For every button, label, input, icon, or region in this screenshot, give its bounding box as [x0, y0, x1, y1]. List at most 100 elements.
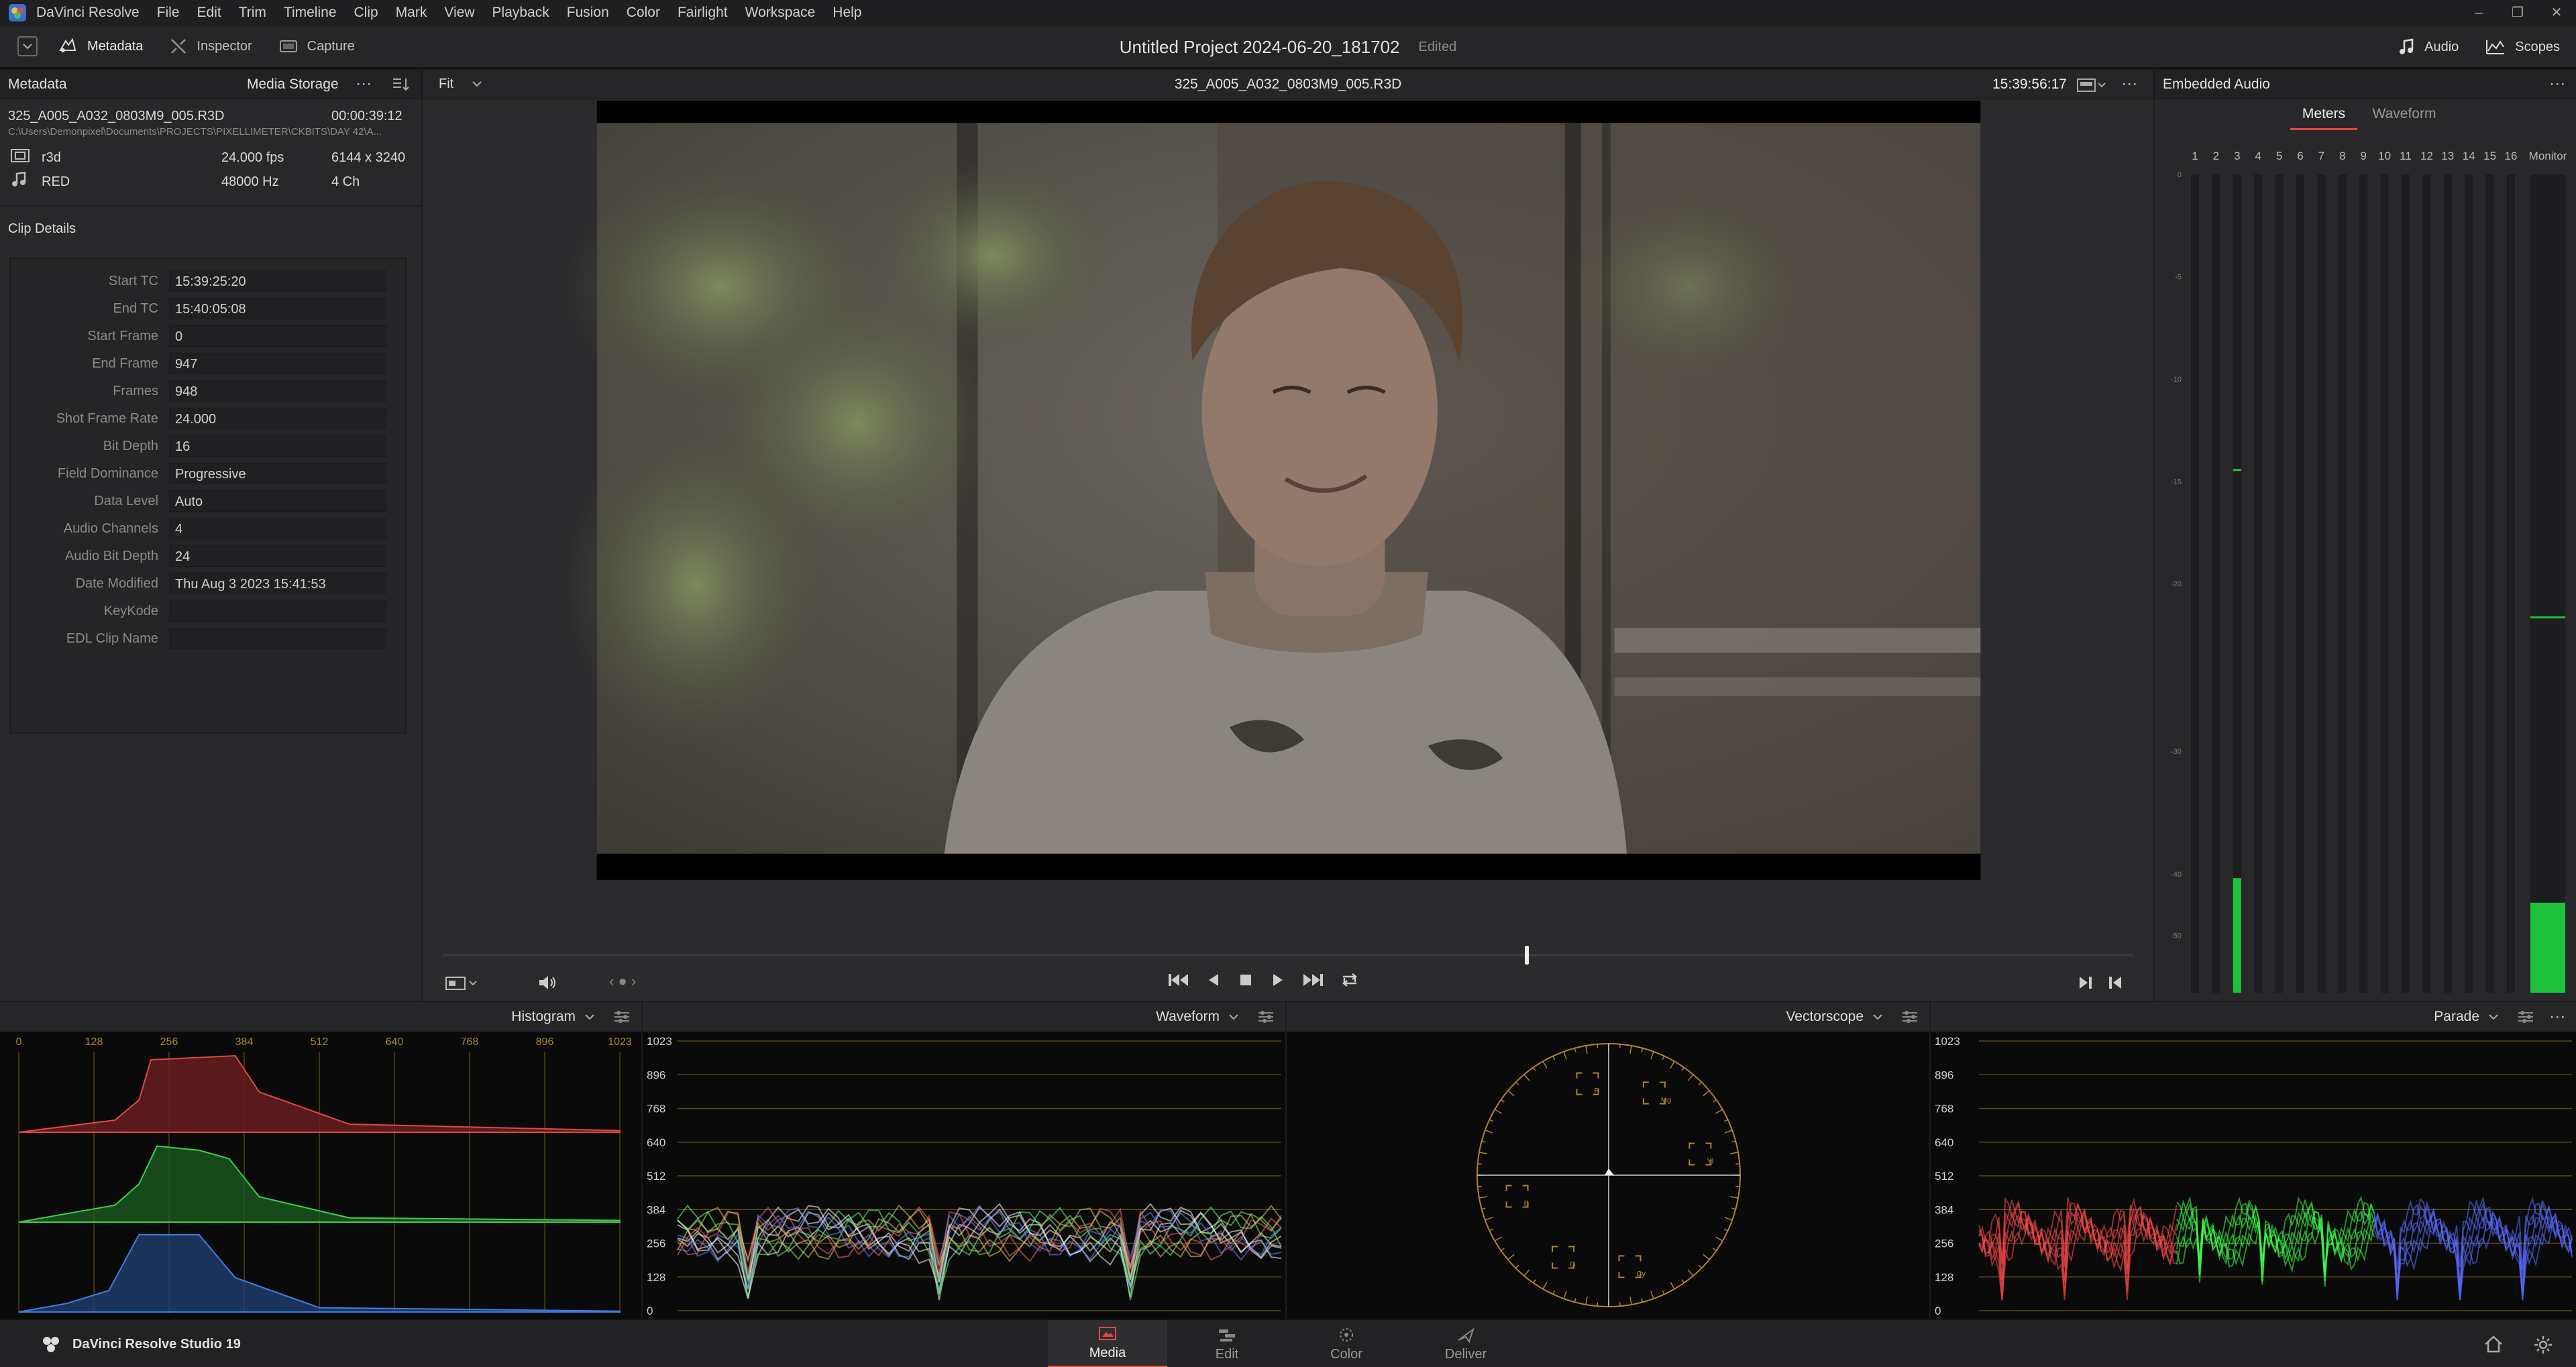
vectorscope-target-label: G [1570, 1260, 1576, 1268]
menu-mark[interactable]: Mark [396, 5, 427, 21]
menu-file[interactable]: File [157, 5, 180, 21]
menu-help[interactable]: Help [833, 5, 861, 21]
more-options-icon[interactable]: ⋯ [2549, 1007, 2567, 1027]
menu-app-name[interactable]: DaVinci Resolve [36, 5, 140, 21]
vectorscope-title[interactable]: Vectorscope [1786, 1009, 1864, 1025]
vectorscope-scope: R Mg B Cy G Yl [1287, 1032, 1929, 1319]
audio-toggle-button[interactable]: Audio [2399, 38, 2459, 56]
detail-row: Data Level Auto [11, 488, 408, 514]
page-tab-label: Color [1330, 1346, 1362, 1362]
menu-trim[interactable]: Trim [239, 5, 266, 21]
restore-icon[interactable]: ❐ [2498, 0, 2537, 25]
chevron-down-icon[interactable] [1873, 1014, 1882, 1020]
skip-to-end-icon[interactable] [1301, 971, 1324, 989]
menu-color[interactable]: Color [627, 5, 660, 21]
detail-value[interactable]: 24 [169, 545, 386, 567]
menu-edit[interactable]: Edit [197, 5, 221, 21]
vectorscope-tick [1552, 1056, 1556, 1060]
meter-channel-label: 15 [2483, 150, 2496, 162]
menu-fusion[interactable]: Fusion [567, 5, 609, 21]
viewer-timecode: 15:39:56:17 [1992, 76, 2067, 92]
meter-scale-label: -5 [2175, 274, 2182, 282]
histogram-title[interactable]: Histogram [511, 1009, 576, 1025]
more-options-icon[interactable]: ⋯ [356, 74, 373, 94]
menu-playback[interactable]: Playback [492, 5, 549, 21]
video-frame[interactable] [541, 101, 2037, 943]
scope-settings-icon[interactable] [1901, 1009, 1919, 1024]
detail-value[interactable]: Progressive [169, 463, 386, 484]
project-title: Untitled Project 2024-06-20_181702 [1119, 36, 1400, 57]
meter-peak-ch3 [2233, 469, 2241, 472]
viewer-layout-icon[interactable] [2077, 78, 2106, 93]
clip-channels: 4 Ch [331, 174, 360, 189]
scopes-toggle-button[interactable]: Scopes [2485, 39, 2560, 55]
volume-icon[interactable] [538, 974, 558, 991]
chevron-down-icon[interactable] [1229, 1014, 1238, 1020]
page-tab-deliver[interactable]: Deliver [1406, 1320, 1525, 1367]
detail-value[interactable] [169, 600, 386, 622]
play-icon[interactable] [1269, 971, 1287, 989]
detail-row: Shot Frame Rate 24.000 [11, 406, 408, 431]
viewer-playhead[interactable] [1524, 946, 1529, 965]
scope-settings-icon[interactable] [2517, 1009, 2534, 1024]
loop-icon[interactable] [1339, 971, 1360, 989]
clip-sample-rate: 48000 Hz [221, 174, 279, 189]
menu-fairlight[interactable]: Fairlight [678, 5, 728, 21]
detail-value[interactable]: Auto [169, 490, 386, 512]
detail-value[interactable]: 0 [169, 325, 386, 347]
play-reverse-icon[interactable] [1205, 971, 1222, 989]
page-tab-color[interactable]: Color [1287, 1320, 1406, 1367]
chevron-down-icon[interactable] [585, 1014, 594, 1020]
jog-control-icon[interactable]: ‹ ● › [609, 973, 636, 990]
meter-channel-label: 12 [2420, 150, 2433, 162]
menu-workspace[interactable]: Workspace [745, 5, 816, 21]
detail-value[interactable]: 16 [169, 435, 386, 457]
waveform-title[interactable]: Waveform [1156, 1009, 1220, 1025]
parade-title[interactable]: Parade [2434, 1009, 2479, 1025]
detail-value[interactable]: 948 [169, 380, 386, 402]
edited-status: Edited [1418, 39, 1457, 54]
panel-toggle-button[interactable] [17, 36, 38, 56]
home-icon[interactable] [2483, 1335, 2504, 1354]
level-tick-label: 512 [1935, 1170, 1953, 1183]
inspector-toggle-button[interactable]: Inspector [170, 38, 252, 55]
scope-settings-icon[interactable] [613, 1009, 631, 1024]
gear-icon[interactable] [2533, 1335, 2553, 1355]
chevron-down-icon[interactable] [2489, 1014, 2498, 1020]
page-tab-label: Media [1089, 1345, 1126, 1360]
capture-toggle-button[interactable]: Capture [279, 39, 355, 54]
menu-timeline[interactable]: Timeline [284, 5, 337, 21]
detail-value[interactable]: 15:40:05:08 [169, 298, 386, 319]
menu-clip[interactable]: Clip [354, 5, 378, 21]
mark-in-icon[interactable] [2077, 974, 2094, 991]
monitor-label: Monitor [2529, 150, 2567, 162]
minimize-icon[interactable]: – [2459, 0, 2498, 25]
waveform-tab[interactable]: Waveform [2364, 99, 2445, 130]
more-options-icon[interactable]: ⋯ [2549, 74, 2567, 94]
clip-details-table: Start TC 15:39:25:20 End TC 15:40:05:08 St… [9, 258, 407, 734]
more-options-icon[interactable]: ⋯ [2121, 74, 2139, 94]
level-tick-label: 640 [647, 1136, 665, 1149]
page-tab-media[interactable]: Media [1048, 1320, 1167, 1367]
metadata-toggle-button[interactable]: Metadata [58, 38, 143, 54]
close-icon[interactable]: ✕ [2537, 0, 2576, 25]
detail-value[interactable]: 947 [169, 353, 386, 374]
page-tab-edit[interactable]: Edit [1167, 1320, 1287, 1367]
meters-tab[interactable]: Meters [2290, 99, 2357, 130]
mark-out-icon[interactable] [2106, 974, 2124, 991]
vectorscope-tick [1730, 1152, 1739, 1154]
viewer-scrub-bar[interactable] [443, 954, 2133, 956]
scope-settings-icon[interactable] [1257, 1009, 1275, 1024]
detail-value[interactable]: 15:39:25:20 [169, 270, 386, 292]
detail-value[interactable] [169, 628, 386, 649]
skip-to-start-icon[interactable] [1167, 971, 1190, 989]
meter-track [2254, 174, 2263, 993]
detail-value[interactable]: 4 [169, 518, 386, 539]
sort-icon[interactable] [392, 76, 411, 93]
viewer-mode-icon[interactable] [445, 975, 479, 991]
media-storage-tab[interactable]: Media Storage [247, 76, 339, 93]
menu-view[interactable]: View [444, 5, 474, 21]
detail-value[interactable]: 24.000 [169, 408, 386, 429]
detail-value[interactable]: Thu Aug 3 2023 15:41:53 [169, 573, 386, 594]
stop-icon[interactable] [1237, 971, 1254, 989]
